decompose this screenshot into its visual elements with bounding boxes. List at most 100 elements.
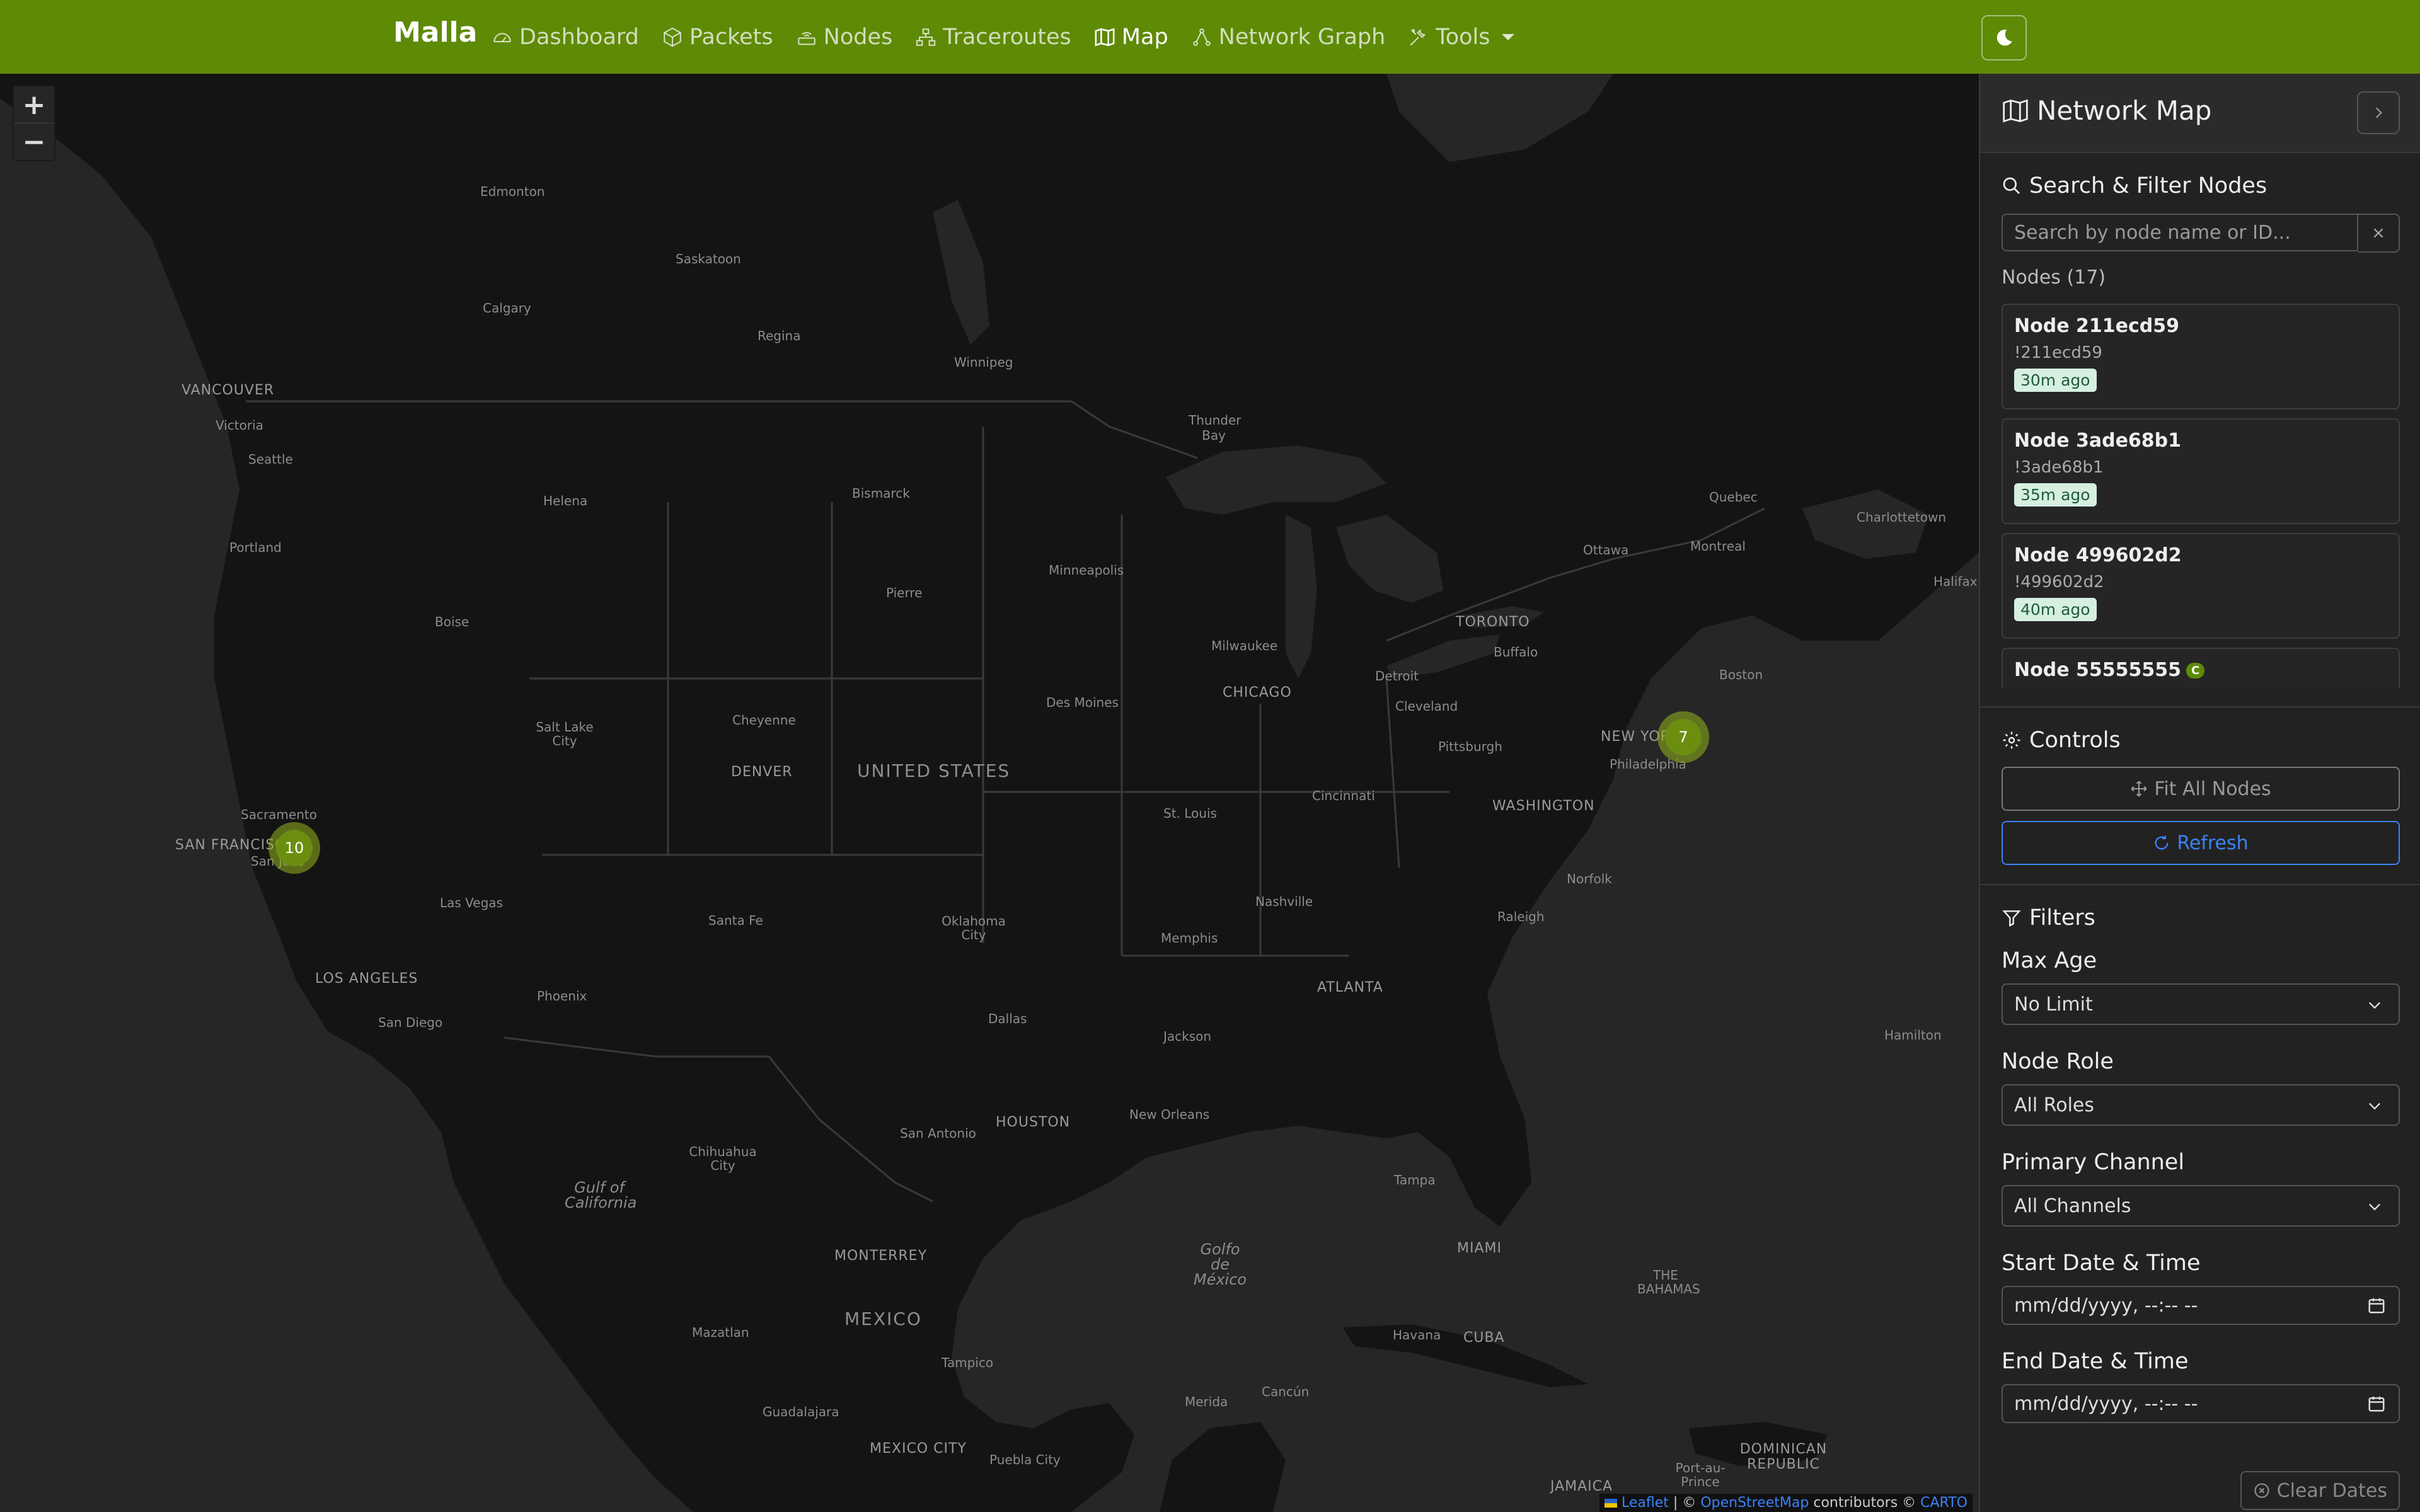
nav-network-graph[interactable]: Network Graph — [1191, 24, 1386, 50]
osm-link[interactable]: OpenStreetMap — [1700, 1495, 1809, 1511]
chevron-down-icon — [1501, 33, 1514, 40]
collapse-sidebar-button[interactable] — [2357, 91, 2400, 134]
map-label-minneapolis: Minneapolis — [1049, 563, 1124, 578]
map-label-chicago: CHICAGO — [1223, 685, 1292, 701]
node-list-item[interactable]: Node 3ade68b1 !3ade68b1 35m ago — [2002, 418, 2400, 524]
node-role-value: All Roles — [2014, 1094, 2095, 1116]
last-seen-badge: 30m ago — [2014, 369, 2097, 392]
attribution-contributors: contributors © — [1809, 1495, 1921, 1511]
start-datetime-value: mm/dd/yyyy, --:-- -- — [2014, 1294, 2198, 1317]
fit-all-nodes-label: Fit All Nodes — [2154, 777, 2271, 800]
map-label-mexico: MEXICO — [844, 1309, 922, 1329]
brand-logo[interactable]: Malla — [393, 16, 477, 49]
map-label-boston: Boston — [1719, 667, 1763, 682]
node-cluster-marker[interactable]: 7 — [1657, 711, 1709, 763]
chevron-down-icon — [2369, 1002, 2380, 1009]
primary-channel-label: Primary Channel — [2002, 1150, 2185, 1175]
filters-section: Filters Max Age No Limit Node Role All R… — [1980, 885, 2420, 1423]
map-label-las-vegas: Las Vegas — [440, 895, 503, 910]
map-attribution: Leaflet | © OpenStreetMap contributors ©… — [1599, 1494, 1973, 1512]
nav-dashboard-label: Dashboard — [519, 24, 639, 50]
map-label-memphis: Memphis — [1161, 931, 1218, 946]
node-role-select[interactable]: All Roles — [2002, 1084, 2400, 1126]
calendar-icon[interactable] — [2367, 1394, 2386, 1413]
ukraine-flag-icon — [1605, 1499, 1618, 1508]
map-label-victoria: Victoria — [216, 418, 263, 433]
map-label-oklahoma-city: Oklahoma City — [942, 914, 1006, 942]
clear-dates-button[interactable]: Clear Dates — [2240, 1471, 2400, 1510]
node-list[interactable]: Node 211ecd59 !211ecd59 30m ago Node 3ad… — [2002, 304, 2400, 688]
end-datetime-label: End Date & Time — [2002, 1349, 2189, 1374]
map-label-quebec: Quebec — [1709, 490, 1758, 505]
tools-icon — [1410, 29, 1426, 46]
zoom-control: + − — [13, 85, 55, 161]
node-name: Node 3ade68b1 — [2014, 430, 2182, 452]
theme-toggle-button[interactable] — [1981, 15, 2027, 60]
sidebar-header: Network Map — [1980, 74, 2420, 153]
sidebar-title: Network Map — [2002, 95, 2211, 126]
primary-channel-select[interactable]: All Channels — [2002, 1185, 2400, 1227]
map-label-new-orleans: New Orleans — [1129, 1107, 1210, 1122]
node-id: !211ecd59 — [2014, 343, 2102, 362]
attribution-separator: | © — [1668, 1495, 1701, 1511]
search-section: Search & Filter Nodes × Nodes (17) Node … — [1980, 153, 2420, 707]
box-icon — [664, 27, 681, 47]
map-label-saskatoon: Saskatoon — [676, 251, 741, 266]
map-label-houston: HOUSTON — [996, 1114, 1071, 1130]
node-id: !3ade68b1 — [2014, 458, 2104, 477]
map-label-tampico: Tampico — [942, 1355, 994, 1370]
map-label-phoenix: Phoenix — [537, 988, 587, 1004]
carto-link[interactable]: CARTO — [1920, 1495, 1968, 1511]
map-label-boise: Boise — [435, 614, 470, 629]
max-age-label: Max Age — [2002, 948, 2097, 973]
nav-traceroutes[interactable]: Traceroutes — [915, 25, 1071, 50]
end-datetime-input[interactable]: mm/dd/yyyy, --:-- -- — [2002, 1384, 2400, 1423]
start-datetime-input[interactable]: mm/dd/yyyy, --:-- -- — [2002, 1286, 2400, 1325]
nav-traceroutes-label: Traceroutes — [943, 24, 1071, 50]
nav-tools-dropdown[interactable]: Tools — [1408, 25, 1514, 50]
fit-all-nodes-button[interactable]: Fit All Nodes — [2002, 767, 2400, 811]
network-map[interactable]: + − Edmonton Saskatoon Calgary Regina Wi… — [0, 74, 1979, 1512]
search-row: × — [2002, 214, 2400, 253]
node-list-item[interactable]: Node 211ecd59 !211ecd59 30m ago — [2002, 304, 2400, 410]
calendar-icon[interactable] — [2367, 1296, 2386, 1315]
map-label-nashville: Nashville — [1255, 894, 1313, 909]
map-label-jackson: Jackson — [1163, 1029, 1212, 1044]
map-label-regina: Regina — [758, 328, 801, 343]
node-search-input[interactable] — [2002, 214, 2358, 251]
map-label-cheyenne: Cheyenne — [732, 713, 796, 728]
role-badge: C — [2186, 663, 2205, 679]
node-list-item[interactable]: Node 55555555 C — [2002, 648, 2400, 688]
node-role-label: Node Role — [2002, 1049, 2114, 1074]
leaflet-link[interactable]: Leaflet — [1622, 1495, 1669, 1511]
refresh-label: Refresh — [2177, 832, 2249, 854]
nav-network-graph-label: Network Graph — [1218, 24, 1386, 50]
map-label-miami: MIAMI — [1457, 1240, 1502, 1256]
node-cluster-marker[interactable]: 10 — [268, 822, 320, 874]
node-name: Node 55555555 — [2014, 659, 2181, 681]
refresh-button[interactable]: Refresh — [2002, 821, 2400, 865]
clear-search-button[interactable]: × — [2358, 214, 2400, 253]
map-label-vancouver: VANCOUVER — [182, 382, 275, 398]
zoom-in-button[interactable]: + — [14, 86, 54, 123]
last-seen-badge: 35m ago — [2014, 483, 2097, 507]
zoom-out-button[interactable]: − — [14, 123, 54, 160]
chevron-right-icon — [2375, 107, 2382, 118]
map-label-san-antonio: San Antonio — [900, 1126, 976, 1141]
max-age-select[interactable]: No Limit — [2002, 983, 2400, 1025]
node-name-row: Node 55555555 C — [2014, 659, 2387, 681]
nav-packets[interactable]: Packets — [662, 25, 773, 50]
map-label-united-states: UNITED STATES — [857, 760, 1011, 781]
map-label-cincinnati: Cincinnati — [1312, 788, 1375, 803]
filters-section-title-text: Filters — [2029, 905, 2095, 931]
map-label-puebla-city: Puebla City — [989, 1452, 1061, 1467]
map-label-dominican-republic: DOMINICAN REPUBLIC — [1739, 1441, 1828, 1472]
nav-tools-label: Tools — [1436, 24, 1490, 50]
nav-dashboard[interactable]: Dashboard — [492, 25, 639, 50]
node-list-item[interactable]: Node 499602d2 !499602d2 40m ago — [2002, 533, 2400, 639]
router-icon — [797, 32, 815, 45]
search-section-title: Search & Filter Nodes — [2002, 173, 2400, 198]
nav-nodes[interactable]: Nodes — [796, 25, 892, 50]
map-label-port-au-prince: Port-au-Prince — [1675, 1460, 1726, 1489]
nav-map[interactable]: Map — [1094, 25, 1168, 50]
